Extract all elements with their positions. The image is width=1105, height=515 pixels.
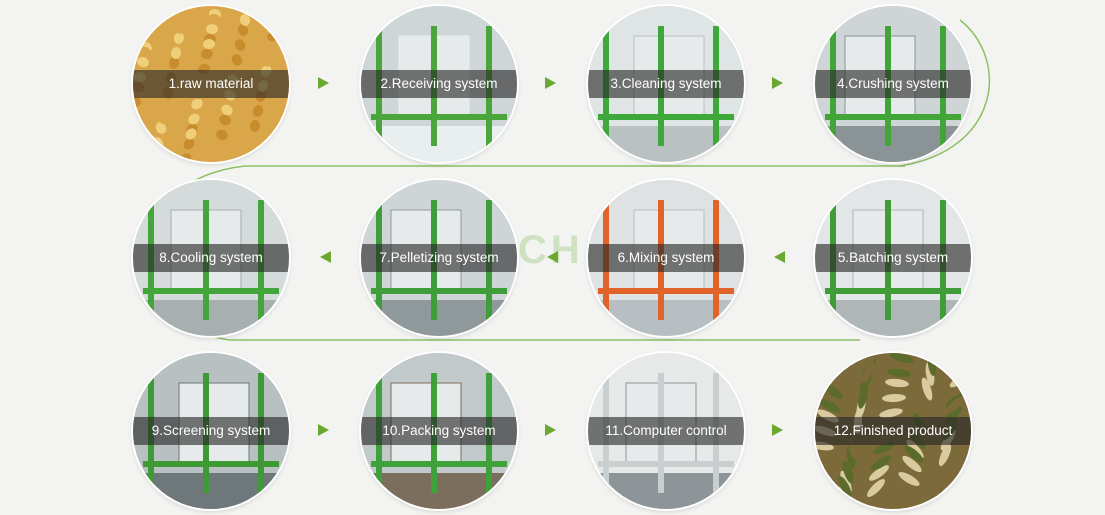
process-step-1: 1.raw material (133, 6, 289, 162)
step-label: 11.Computer control (605, 423, 727, 438)
step-label: 7.Pelletizing system (379, 250, 499, 265)
step-label: 1.raw material (168, 76, 254, 91)
flow-arrow-7-8 (320, 251, 331, 263)
step-label: 6.Mixing system (617, 250, 715, 265)
step-label: 8.Cooling system (159, 250, 263, 265)
step-label: 3.Cleaning system (610, 76, 722, 91)
flow-arrow-3-4 (772, 77, 783, 89)
process-flow-diagram: RICH 1.raw material 2.Receiving system 3.C… (0, 0, 1105, 515)
process-step-2: 2.Receiving system (361, 6, 517, 162)
process-step-7: 7.Pelletizing system (361, 180, 517, 336)
process-step-5: 5.Batching system (815, 180, 971, 336)
step-label: 12.Finished product (833, 423, 953, 438)
step-label: 2.Receiving system (380, 76, 498, 91)
process-step-9: 9.Screening system (133, 353, 289, 509)
flow-arrow-9-10 (318, 424, 329, 436)
process-step-4: 4.Crushing system (815, 6, 971, 162)
flow-arrow-11-12 (772, 424, 783, 436)
flow-arrow-1-2 (318, 77, 329, 89)
process-step-6: 6.Mixing system (588, 180, 744, 336)
step-label: 4.Crushing system (837, 76, 949, 91)
step-label: 9.Screening system (151, 423, 271, 438)
flow-arrow-5-6 (774, 251, 785, 263)
process-step-8: 8.Cooling system (133, 180, 289, 336)
step-label: 10.Packing system (382, 423, 496, 438)
flow-arrow-2-3 (545, 77, 556, 89)
flow-arrow-6-7 (547, 251, 558, 263)
process-step-3: 3.Cleaning system (588, 6, 744, 162)
process-step-12: 12.Finished product (815, 353, 971, 509)
process-step-10: 10.Packing system (361, 353, 517, 509)
flow-arrow-10-11 (545, 424, 556, 436)
process-step-11: 11.Computer control (588, 353, 744, 509)
step-label: 5.Batching system (837, 250, 949, 265)
